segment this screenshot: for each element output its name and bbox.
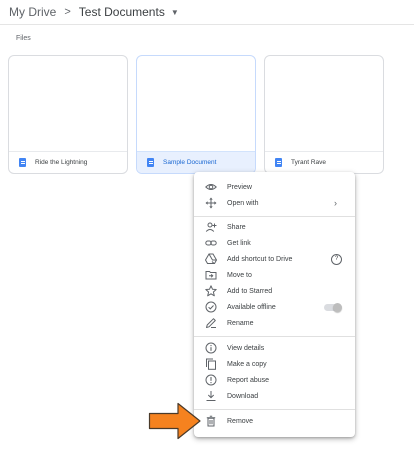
menu-divider — [194, 409, 355, 410]
menu-item-label: Open with — [227, 199, 259, 207]
file-card-footer: Tyrant Rave — [265, 151, 383, 173]
folder-move-icon — [205, 269, 217, 281]
menu-item-label: Add shortcut to Drive — [227, 255, 293, 263]
menu-item-label: Remove — [227, 417, 254, 425]
file-thumbnail — [137, 56, 255, 154]
info-icon — [205, 342, 217, 354]
drive-shortcut-icon — [205, 253, 217, 265]
menu-item-share[interactable]: Share — [194, 219, 355, 235]
menu-item-label: Get link — [227, 239, 251, 247]
menu-item-label: Preview — [227, 183, 252, 191]
menu-item-label: Make a copy — [227, 360, 267, 368]
google-doc-icon — [19, 158, 26, 167]
google-doc-icon — [147, 158, 154, 167]
file-card-ride-the-lightning[interactable]: Ride the Lightning — [8, 55, 128, 174]
eye-icon — [205, 181, 217, 193]
menu-item-label: Move to — [227, 271, 252, 279]
menu-item-get-link[interactable]: Get link — [194, 235, 355, 251]
chevron-right-icon: › — [334, 198, 337, 208]
menu-item-rename[interactable]: Rename — [194, 315, 355, 331]
header-divider — [0, 24, 414, 25]
menu-divider — [194, 336, 355, 337]
context-menu: Preview Open with › Share Get link Add s… — [194, 172, 355, 437]
file-card-sample-document[interactable]: Sample Document — [136, 55, 256, 174]
help-icon[interactable]: ? — [331, 253, 342, 265]
chevron-down-icon[interactable]: ▼ — [171, 8, 179, 17]
menu-item-label: Available offline — [227, 303, 276, 311]
breadcrumb: My Drive > Test Documents ▼ — [9, 3, 179, 21]
breadcrumb-current-folder[interactable]: Test Documents — [79, 5, 165, 19]
file-name: Sample Document — [163, 159, 217, 166]
person-add-icon — [205, 221, 217, 233]
menu-item-move-to[interactable]: Move to — [194, 267, 355, 283]
menu-item-download[interactable]: Download — [194, 388, 355, 404]
breadcrumb-separator: > — [64, 6, 71, 18]
toggle-knob — [333, 302, 342, 312]
file-card-footer: Ride the Lightning — [9, 151, 127, 173]
file-name: Ride the Lightning — [35, 159, 88, 166]
menu-item-label: Download — [227, 392, 259, 400]
menu-item-report-abuse[interactable]: Report abuse — [194, 372, 355, 388]
menu-item-open-with[interactable]: Open with › — [194, 195, 355, 211]
copy-icon — [205, 358, 217, 370]
pencil-icon — [205, 317, 217, 329]
orange-arrow-annotation — [148, 402, 201, 440]
file-thumbnail — [265, 56, 383, 154]
menu-item-add-starred[interactable]: Add to Starred — [194, 283, 355, 299]
files-section-label: Files — [16, 35, 31, 42]
alert-icon — [205, 374, 217, 386]
google-doc-icon — [275, 158, 282, 167]
menu-item-add-shortcut[interactable]: Add shortcut to Drive ? — [194, 251, 355, 267]
offline-toggle[interactable] — [324, 302, 342, 312]
menu-item-remove[interactable]: Remove — [194, 413, 355, 429]
menu-item-make-copy[interactable]: Make a copy — [194, 356, 355, 372]
file-card-footer: Sample Document — [137, 151, 255, 173]
breadcrumb-my-drive[interactable]: My Drive — [9, 5, 56, 19]
menu-item-preview[interactable]: Preview — [194, 179, 355, 195]
link-icon — [205, 237, 217, 249]
file-card-tyrant-rave[interactable]: Tyrant Rave — [264, 55, 384, 174]
menu-item-label: Add to Starred — [227, 287, 273, 295]
menu-item-label: View details — [227, 344, 265, 352]
menu-item-label: Rename — [227, 319, 254, 327]
star-icon — [205, 285, 217, 297]
menu-item-label: Share — [227, 223, 246, 231]
menu-item-view-details[interactable]: View details — [194, 340, 355, 356]
trash-icon — [205, 415, 217, 427]
offline-check-icon — [205, 301, 217, 313]
menu-item-label: Report abuse — [227, 376, 270, 384]
file-thumbnail — [9, 56, 127, 154]
file-name: Tyrant Rave — [291, 159, 327, 166]
menu-divider — [194, 216, 355, 217]
move-arrows-icon — [205, 197, 217, 209]
menu-item-available-offline[interactable]: Available offline — [194, 299, 355, 315]
download-icon — [205, 390, 217, 402]
